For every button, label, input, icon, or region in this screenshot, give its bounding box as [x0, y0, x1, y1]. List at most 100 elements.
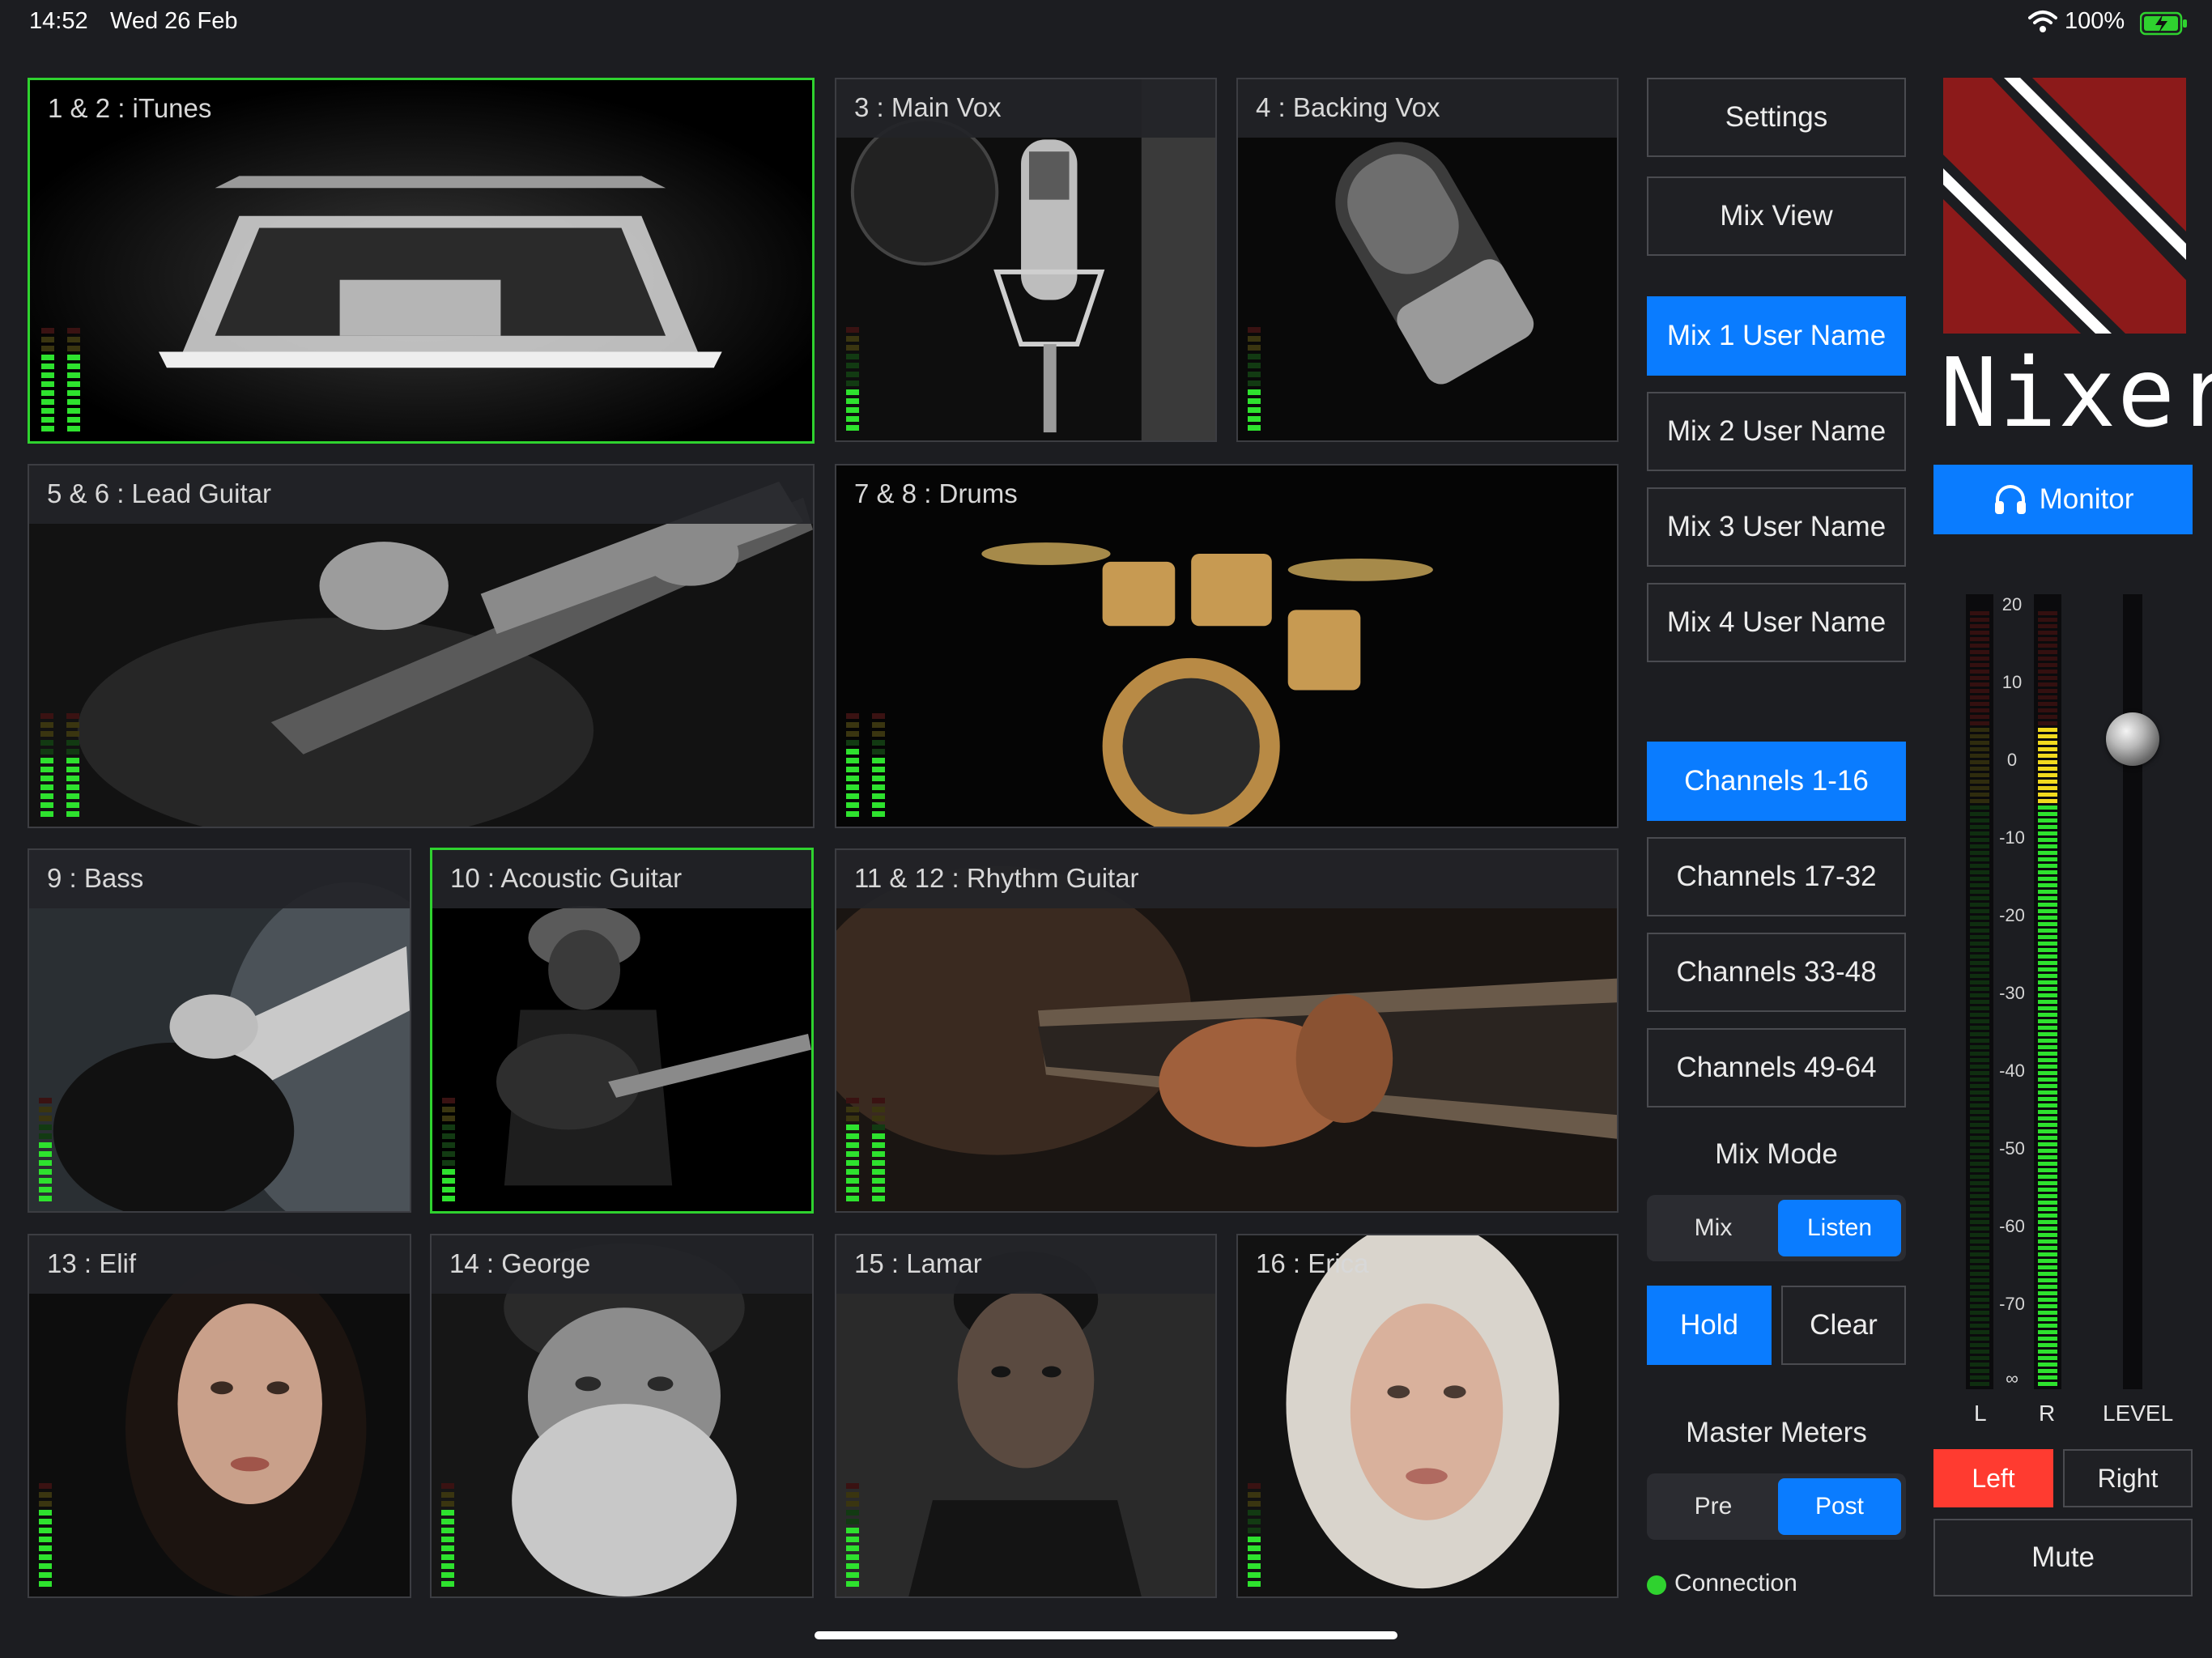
meter-led	[846, 811, 859, 817]
mix-1-button[interactable]: Mix 1 User Name	[1647, 296, 1906, 376]
master-meter-led	[2038, 948, 2057, 952]
master-meter-led	[1970, 818, 1989, 823]
meter-led	[40, 713, 53, 719]
meter-led	[40, 758, 53, 763]
master-meters-pre-option[interactable]: Pre	[1652, 1478, 1775, 1535]
channel-tile-9[interactable]: 9 : Bass	[28, 848, 411, 1213]
master-meter-led	[2038, 890, 2057, 894]
monitor-button[interactable]: Monitor	[1933, 465, 2193, 534]
master-meter-led	[2038, 1337, 2057, 1341]
meter-left-caption: L	[1974, 1401, 1987, 1426]
meter-led	[442, 1178, 455, 1184]
meter-led	[41, 328, 54, 334]
meter-led	[846, 713, 859, 719]
master-meter-led	[1970, 1129, 1989, 1133]
mute-button[interactable]: Mute	[1933, 1519, 2193, 1596]
master-meter-led	[2038, 1201, 2057, 1205]
master-meter-led	[1970, 916, 1989, 920]
channel-tile-11-12[interactable]: 11 & 12 : Rhythm Guitar	[835, 848, 1619, 1213]
master-meter-led	[1970, 1026, 1989, 1030]
channel-tile-4[interactable]: 4 : Backing Vox	[1236, 78, 1619, 442]
master-meter-led	[1970, 1350, 1989, 1354]
clear-button[interactable]: Clear	[1781, 1286, 1906, 1365]
master-meter-led	[2038, 1330, 2057, 1334]
level-fader-knob[interactable]	[2106, 712, 2159, 766]
meter-led	[1248, 1581, 1261, 1587]
meter-column	[846, 327, 859, 431]
meter-led	[1248, 372, 1261, 377]
master-meter-led	[1970, 1382, 1989, 1386]
home-indicator	[815, 1631, 1397, 1639]
master-meter-led	[2038, 1317, 2057, 1321]
meter-led	[846, 758, 859, 763]
left-button[interactable]: Left	[1933, 1449, 2053, 1507]
meter-led	[66, 776, 79, 781]
meter-column	[872, 1098, 885, 1201]
channel-label: 10 : Acoustic Guitar	[450, 863, 683, 893]
master-meter-led	[2038, 767, 2057, 771]
channel-tile-1-2[interactable]: 1 & 2 : iTunes	[28, 78, 815, 444]
meter-led	[39, 1196, 52, 1201]
channel-tile-5-6[interactable]: 5 & 6 : Lead Guitar	[28, 464, 815, 828]
master-meters-post-option[interactable]: Post	[1778, 1478, 1901, 1535]
channel-meter	[846, 1098, 885, 1201]
mix-mode-mix-option[interactable]: Mix	[1652, 1200, 1775, 1256]
meter-led	[872, 767, 885, 772]
mix-3-button[interactable]: Mix 3 User Name	[1647, 487, 1906, 567]
channel-tile-15[interactable]: 15 : Lamar	[835, 1234, 1217, 1598]
channel-tile-14[interactable]: 14 : George	[430, 1234, 814, 1598]
meter-led	[846, 1142, 859, 1148]
master-meter-led	[1970, 657, 1989, 661]
channels-17-32-button[interactable]: Channels 17-32	[1647, 837, 1906, 916]
battery-charging-icon	[2140, 11, 2187, 36]
master-meter-led	[1970, 1252, 1989, 1256]
scale-label: -60	[1999, 1216, 2025, 1236]
master-meter-led	[1970, 922, 1989, 926]
meter-led	[66, 802, 79, 808]
channel-label: 15 : Lamar	[854, 1248, 982, 1278]
channel-tile-16[interactable]: 16 : Erica	[1236, 1234, 1619, 1598]
channels-49-64-button[interactable]: Channels 49-64	[1647, 1028, 1906, 1107]
master-meter-led	[1970, 1097, 1989, 1101]
channels-1-16-button[interactable]: Channels 1-16	[1647, 742, 1906, 821]
meter-led	[39, 1133, 52, 1139]
meter-led	[1248, 327, 1261, 333]
hold-button[interactable]: Hold	[1647, 1286, 1772, 1365]
channel-tile-3[interactable]: 3 : Main Vox	[835, 78, 1217, 442]
master-meter-led	[2038, 1013, 2057, 1017]
master-meter-led	[2038, 754, 2057, 758]
meter-led	[846, 740, 859, 746]
master-meter-led	[1970, 793, 1989, 797]
master-meter-led	[1970, 1214, 1989, 1218]
level-caption: LEVEL	[2103, 1401, 2174, 1426]
master-meter-led	[1970, 1233, 1989, 1237]
channel-tile-7-8[interactable]: 7 & 8 : Drums	[835, 464, 1619, 828]
channels-33-48-button[interactable]: Channels 33-48	[1647, 933, 1906, 1012]
meter-led	[41, 363, 54, 369]
meter-led	[846, 1554, 859, 1560]
master-meter-led	[1970, 1201, 1989, 1205]
scale-label: 0	[2006, 750, 2018, 770]
meter-column	[39, 1098, 52, 1201]
master-meter-led	[1970, 650, 1989, 654]
master-meter-led	[1970, 948, 1989, 952]
master-meter-led	[1970, 1110, 1989, 1114]
meter-led	[1248, 345, 1261, 351]
mix-2-button[interactable]: Mix 2 User Name	[1647, 392, 1906, 471]
meter-led	[441, 1483, 454, 1489]
channel-tile-13[interactable]: 13 : Elif	[28, 1234, 411, 1598]
meter-led	[872, 1160, 885, 1166]
channel-tile-10[interactable]: 10 : Acoustic Guitar	[430, 848, 814, 1214]
channel-label: 7 & 8 : Drums	[854, 478, 1018, 508]
mix-4-button[interactable]: Mix 4 User Name	[1647, 583, 1906, 662]
master-meter-led	[2038, 896, 2057, 900]
right-button[interactable]: Right	[2063, 1449, 2193, 1507]
master-meter-led	[1970, 1090, 1989, 1095]
master-meter-led	[2038, 624, 2057, 628]
mix-view-button[interactable]: Mix View	[1647, 176, 1906, 256]
meter-led	[40, 749, 53, 755]
mix-mode-listen-option[interactable]: Listen	[1778, 1200, 1901, 1256]
settings-button[interactable]: Settings	[1647, 78, 1906, 157]
master-meter-led	[2038, 741, 2057, 745]
meter-column	[66, 713, 79, 817]
